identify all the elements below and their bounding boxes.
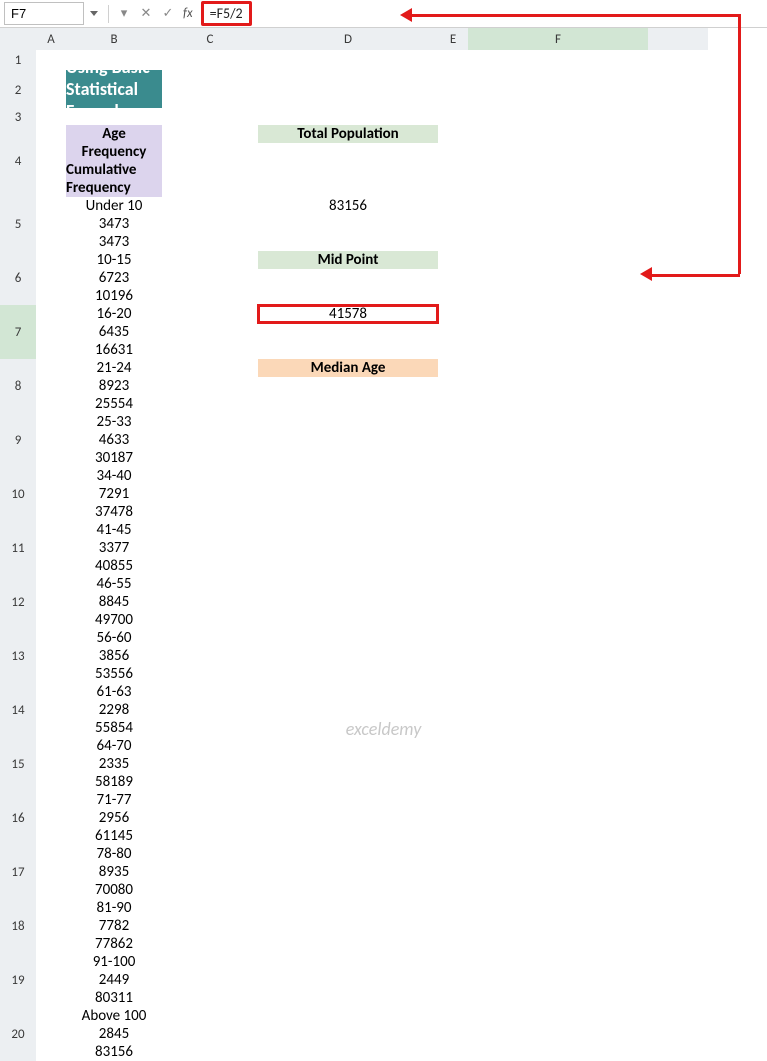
row-header-12[interactable]: 12 bbox=[0, 575, 36, 629]
cell-cum[interactable]: 80311 bbox=[66, 989, 162, 1007]
cell-freq[interactable]: 2845 bbox=[66, 1025, 162, 1043]
cell-freq[interactable]: 3473 bbox=[66, 215, 162, 233]
row-header-20[interactable]: 20 bbox=[0, 1007, 36, 1061]
cell-cum[interactable]: 49700 bbox=[66, 611, 162, 629]
table-header-frequency: Frequency bbox=[66, 143, 162, 161]
cell-cum[interactable]: 25554 bbox=[66, 395, 162, 413]
cell-freq[interactable]: 8845 bbox=[66, 593, 162, 611]
annotation-arrow-icon bbox=[738, 14, 741, 274]
cancel-icon[interactable]: ✕ bbox=[135, 6, 157, 21]
cell-freq[interactable]: 2335 bbox=[66, 755, 162, 773]
cell-age[interactable]: 81-90 bbox=[66, 899, 162, 917]
row-header-16[interactable]: 16 bbox=[0, 791, 36, 845]
row-header-9[interactable]: 9 bbox=[0, 413, 36, 467]
cell-age[interactable]: 56-60 bbox=[66, 629, 162, 647]
cell-freq[interactable]: 6723 bbox=[66, 269, 162, 287]
row-header-2[interactable]: 2 bbox=[0, 70, 36, 110]
cell-cum[interactable]: 77862 bbox=[66, 935, 162, 953]
cell-freq[interactable]: 2449 bbox=[66, 971, 162, 989]
cell-age[interactable]: Above 100 bbox=[66, 1007, 162, 1025]
name-box[interactable] bbox=[4, 2, 84, 25]
row-header-4[interactable]: 4 bbox=[0, 125, 36, 197]
table-header-age: Age bbox=[66, 125, 162, 143]
spreadsheet-grid[interactable]: A B C D E F 1 2 Using Basic Statistical … bbox=[0, 28, 708, 1061]
column-header-row: A B C D E F bbox=[0, 28, 708, 50]
row-header-17[interactable]: 17 bbox=[0, 845, 36, 899]
row-header-8[interactable]: 8 bbox=[0, 359, 36, 413]
cell-age[interactable]: 10-15 bbox=[66, 251, 162, 269]
cell-cum[interactable]: 55854 bbox=[66, 719, 162, 737]
cell-cum[interactable]: 3473 bbox=[66, 233, 162, 251]
name-box-dropdown-icon[interactable] bbox=[90, 11, 98, 16]
cell-age[interactable]: 16-20 bbox=[66, 305, 162, 323]
cell-cum[interactable]: 53556 bbox=[66, 665, 162, 683]
annotation-arrow-icon bbox=[640, 267, 652, 281]
cell-freq[interactable]: 3377 bbox=[66, 539, 162, 557]
cell-freq[interactable]: 2956 bbox=[66, 809, 162, 827]
row-header-10[interactable]: 10 bbox=[0, 467, 36, 521]
cell-age[interactable]: 64-70 bbox=[66, 737, 162, 755]
row-header-18[interactable]: 18 bbox=[0, 899, 36, 953]
cell-cum[interactable]: 40855 bbox=[66, 557, 162, 575]
mid-point-label: Mid Point bbox=[258, 251, 438, 269]
cell-age[interactable]: 46-55 bbox=[66, 575, 162, 593]
row-header-3[interactable]: 3 bbox=[0, 110, 36, 125]
cell-cum[interactable]: 70080 bbox=[66, 881, 162, 899]
annotation-arrow-icon bbox=[412, 14, 738, 17]
cell-age[interactable]: 71-77 bbox=[66, 791, 162, 809]
cell-cum[interactable]: 30187 bbox=[66, 449, 162, 467]
cell-freq[interactable]: 7291 bbox=[66, 485, 162, 503]
col-header-F[interactable]: F bbox=[468, 28, 648, 50]
cell-freq[interactable]: 8935 bbox=[66, 863, 162, 881]
row-header-7[interactable]: 7 bbox=[0, 305, 36, 359]
col-header-C[interactable]: C bbox=[162, 28, 258, 50]
row-header-14[interactable]: 14 bbox=[0, 683, 36, 737]
formula-input[interactable]: =F5/2 bbox=[201, 1, 252, 26]
cell-freq[interactable]: 7782 bbox=[66, 917, 162, 935]
cell-cum[interactable]: 83156 bbox=[66, 1043, 162, 1061]
cell-age[interactable]: 78-80 bbox=[66, 845, 162, 863]
cell-age[interactable]: 34-40 bbox=[66, 467, 162, 485]
enter-icon[interactable]: ✓ bbox=[157, 6, 179, 21]
cell-age[interactable]: 25-33 bbox=[66, 413, 162, 431]
annotation-arrow-icon bbox=[400, 8, 412, 22]
cell-age[interactable]: Under 10 bbox=[66, 197, 162, 215]
row-header-15[interactable]: 15 bbox=[0, 737, 36, 791]
col-header-A[interactable]: A bbox=[36, 28, 66, 50]
col-header-B[interactable]: B bbox=[66, 28, 162, 50]
cell-age[interactable]: 21-24 bbox=[66, 359, 162, 377]
row-header-1[interactable]: 1 bbox=[0, 50, 36, 70]
mid-point-value[interactable]: 41578 bbox=[258, 305, 438, 323]
col-header-D[interactable]: D bbox=[258, 28, 438, 50]
table-header-cumulative: Cumulative Frequency bbox=[66, 161, 162, 197]
cell-freq[interactable]: 4633 bbox=[66, 431, 162, 449]
cell-age[interactable]: 61-63 bbox=[66, 683, 162, 701]
cell-cum[interactable]: 16631 bbox=[66, 341, 162, 359]
cell-freq[interactable]: 8923 bbox=[66, 377, 162, 395]
cell-freq[interactable]: 3856 bbox=[66, 647, 162, 665]
dropdown-icon[interactable]: ▾ bbox=[113, 6, 135, 21]
cell-freq[interactable]: 2298 bbox=[66, 701, 162, 719]
cell-cum[interactable]: 61145 bbox=[66, 827, 162, 845]
row-header-6[interactable]: 6 bbox=[0, 251, 36, 305]
col-header-E[interactable]: E bbox=[438, 28, 468, 50]
page-title: Using Basic Statistical Formula bbox=[66, 70, 162, 108]
total-population-label: Total Population bbox=[258, 125, 438, 143]
select-all-corner[interactable] bbox=[0, 28, 36, 50]
cell-cum[interactable]: 58189 bbox=[66, 773, 162, 791]
cell-cum[interactable]: 10196 bbox=[66, 287, 162, 305]
cell-age[interactable]: 41-45 bbox=[66, 521, 162, 539]
fx-icon[interactable]: fx bbox=[183, 6, 193, 21]
row-header-11[interactable]: 11 bbox=[0, 521, 36, 575]
row-header-5[interactable]: 5 bbox=[0, 197, 36, 251]
annotation-arrow-icon bbox=[650, 274, 740, 277]
cell-freq[interactable]: 6435 bbox=[66, 323, 162, 341]
row-header-19[interactable]: 19 bbox=[0, 953, 36, 1007]
cell-age[interactable]: 91-100 bbox=[66, 953, 162, 971]
cell-cum[interactable]: 37478 bbox=[66, 503, 162, 521]
total-population-value[interactable]: 83156 bbox=[258, 197, 438, 215]
row-header-13[interactable]: 13 bbox=[0, 629, 36, 683]
median-age-label: Median Age bbox=[258, 359, 438, 377]
